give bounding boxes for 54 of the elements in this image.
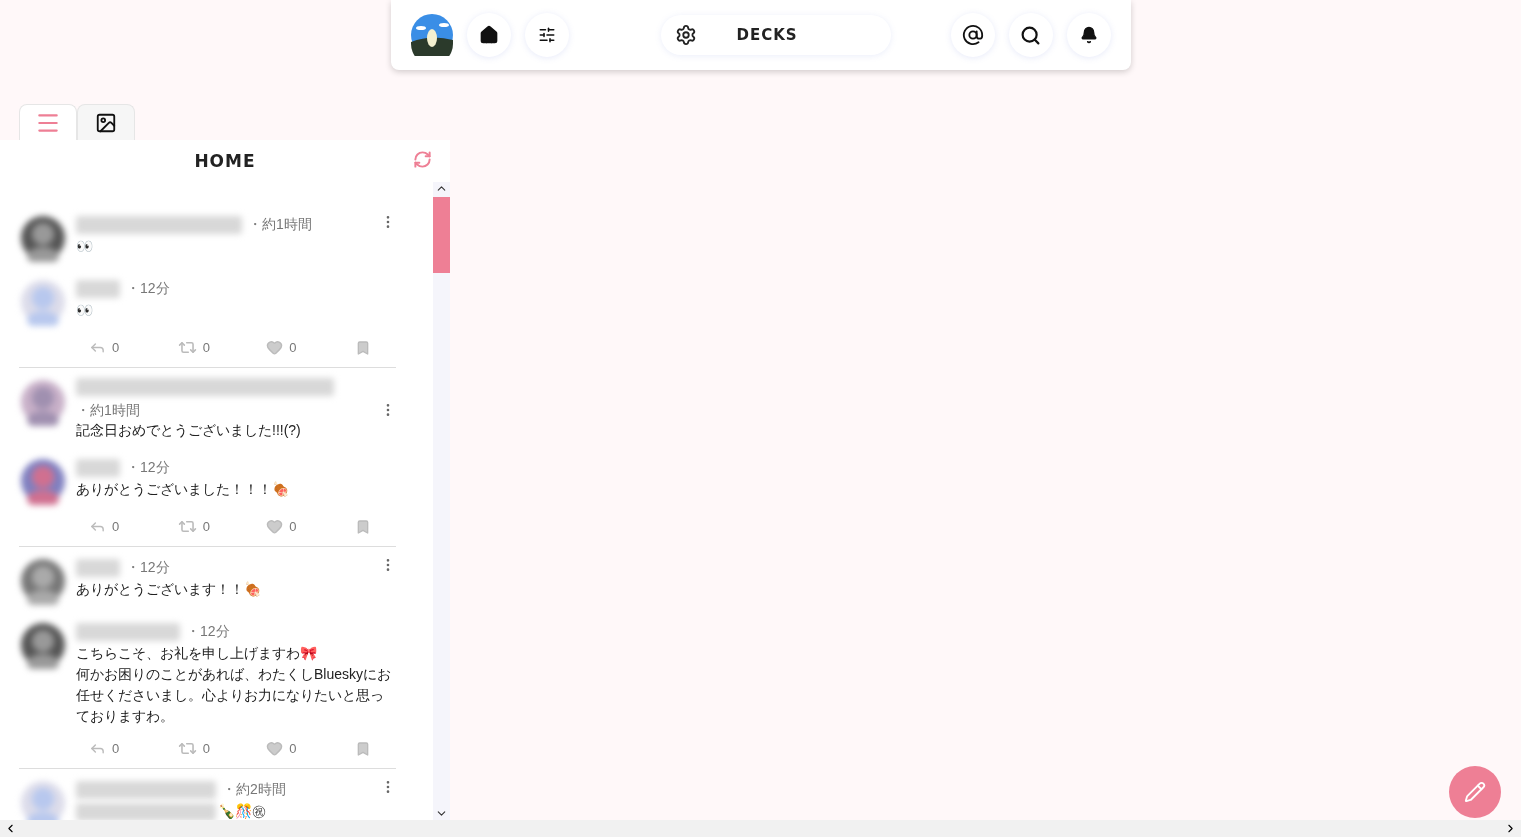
post-time: ・約1時間 [248, 216, 312, 234]
reply-button[interactable]: 0 [89, 740, 178, 757]
blurred-name [76, 559, 120, 577]
post-time: ・12分 [126, 459, 170, 477]
search-button[interactable] [1008, 13, 1053, 57]
decks-button[interactable]: DECKS [660, 15, 891, 55]
heart-icon [266, 518, 284, 535]
scroll-thumb[interactable] [433, 197, 450, 273]
post-text: 🍾🎊㊗ [218, 802, 266, 820]
post-text: 👀 [76, 237, 93, 256]
post-text: ありがとうございます！！🍖 [76, 580, 261, 599]
home-button[interactable] [466, 13, 511, 57]
like-button[interactable]: 0 [266, 518, 355, 535]
repost-button[interactable]: 0 [177, 739, 267, 758]
refresh-button[interactable] [413, 150, 432, 169]
pencil-icon [1464, 781, 1486, 803]
post-text: 記念日おめでとうございました!!!(?) [76, 421, 301, 440]
home-icon [478, 25, 499, 45]
post-time: ・12分 [126, 280, 170, 298]
filter-button[interactable] [524, 13, 569, 57]
post-time: ・約2時間 [222, 781, 286, 799]
post-text: こちらこそ、お礼を申し上げますわ🎀 何かお困りのことがあれば、わたくしBlueskyにお任せくださいまし。心よりお力になりたいと思っておりますわ。 [76, 644, 393, 726]
bookmark-icon [355, 518, 371, 535]
image-icon [95, 111, 117, 134]
like-button[interactable]: 0 [266, 740, 355, 757]
settings-icon [674, 24, 697, 46]
search-icon [1020, 24, 1041, 46]
heart-icon [266, 740, 284, 757]
reply-button[interactable]: 0 [89, 518, 178, 535]
refresh-icon [413, 150, 432, 169]
column-tab[interactable] [77, 104, 135, 140]
reply-button[interactable]: 0 [89, 339, 178, 356]
heart-icon [266, 339, 284, 356]
notification-button[interactable] [1066, 13, 1111, 57]
blurred-name [76, 280, 120, 298]
bookmark-icon [355, 740, 371, 757]
scrollbar[interactable] [433, 182, 450, 820]
like-button[interactable]: 0 [266, 339, 355, 356]
post-time: ・12分 [126, 559, 170, 577]
post-time: ・12分 [186, 623, 230, 641]
post-time: ・約1時間 [76, 402, 140, 420]
post-text: ありがとうございました！！！🍖 [76, 480, 289, 499]
horizontal-scrollbar[interactable] [0, 820, 1521, 837]
column-title: HOME [194, 151, 256, 171]
bell-icon [1079, 26, 1098, 44]
repost-button[interactable]: 0 [177, 517, 267, 536]
repost-button[interactable]: 0 [177, 338, 267, 357]
mention-button[interactable] [950, 13, 995, 57]
bookmark-icon [355, 339, 371, 356]
sliders-icon [537, 26, 556, 44]
avatar-icon[interactable] [410, 14, 453, 56]
at-sign-icon [961, 24, 984, 46]
blurred-name [76, 459, 120, 477]
post-text: 👀 [76, 301, 93, 320]
